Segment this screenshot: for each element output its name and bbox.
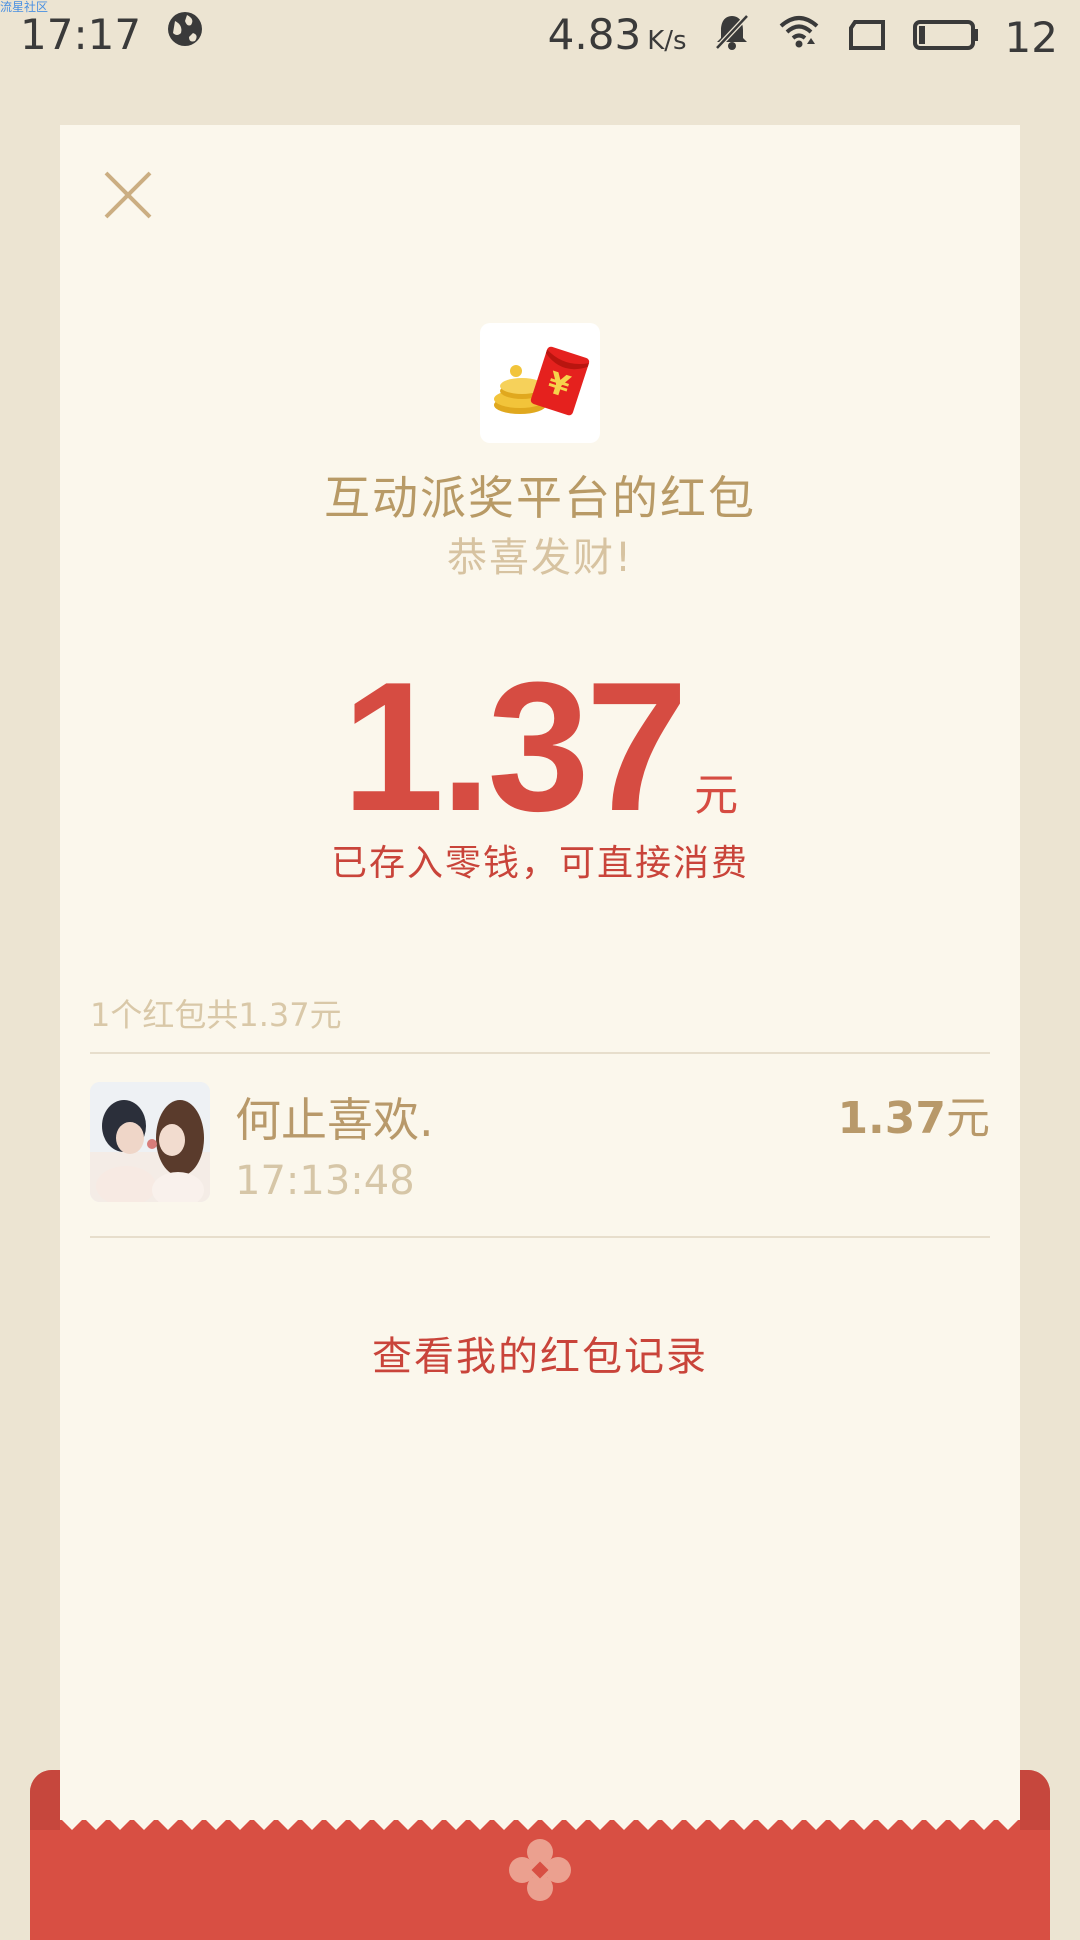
record-name: 何止喜欢. bbox=[235, 1093, 434, 1147]
status-time: 17:17 bbox=[20, 10, 142, 59]
sim-card-icon bbox=[847, 3, 887, 73]
view-history-link[interactable]: 查看我的红包记录 bbox=[60, 1324, 1020, 1382]
divider bbox=[90, 1236, 990, 1238]
record-time: 17:13:48 bbox=[235, 1158, 415, 1204]
status-bar: 流星社区 17:17 4.83 K/s 12 bbox=[0, 0, 1080, 70]
mute-bell-icon bbox=[713, 3, 751, 73]
close-button[interactable] bbox=[100, 167, 156, 223]
battery-icon bbox=[912, 3, 979, 73]
battery-percent: 12 bbox=[1004, 13, 1058, 62]
deposit-note: 已存入零钱，可直接消费 bbox=[330, 843, 749, 884]
close-icon bbox=[104, 171, 152, 219]
amount-value: 1.37 bbox=[341, 643, 688, 849]
sender-logo: ¥ bbox=[480, 323, 600, 443]
vpn-globe-icon bbox=[165, 0, 205, 70]
list-item: 何止喜欢. 17:13:48 1.37元 bbox=[90, 1082, 990, 1204]
greeting-text: 恭喜发财! bbox=[446, 535, 634, 581]
red-packet-coins-icon: ¥ bbox=[494, 346, 590, 416]
flower-emblem-icon bbox=[509, 1839, 571, 1901]
card-zigzag-edge bbox=[60, 1812, 1020, 1830]
divider bbox=[90, 1052, 990, 1054]
wifi-icon bbox=[777, 3, 821, 73]
amount-display: 1.37 元 bbox=[60, 640, 1020, 852]
sender-title: 互动派奖平台的红包 bbox=[324, 471, 756, 525]
record-amount: 1.37元 bbox=[837, 1093, 990, 1144]
avatar[interactable] bbox=[90, 1082, 210, 1202]
amount-currency: 元 bbox=[694, 770, 739, 821]
packet-summary: 1个红包共1.37元 bbox=[90, 996, 342, 1034]
network-speed: 4.83 K/s bbox=[547, 10, 687, 59]
